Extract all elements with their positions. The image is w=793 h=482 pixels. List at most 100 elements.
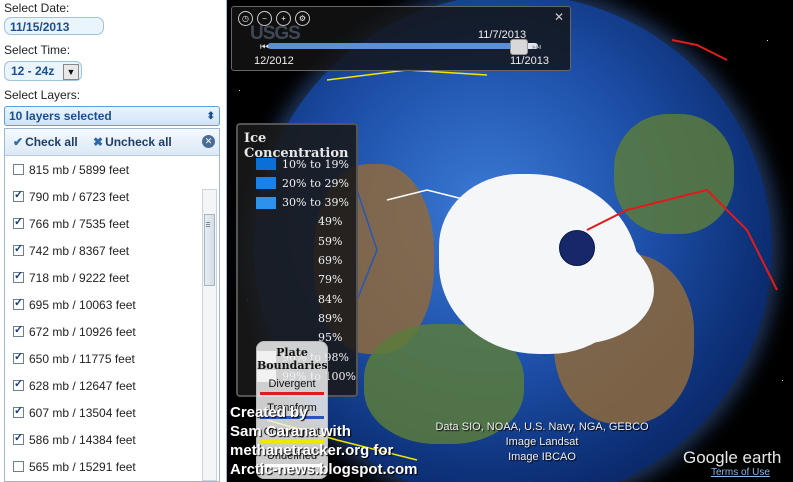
layer-label: 672 mb / 10926 feet	[29, 324, 136, 339]
time-select[interactable]: 12 - 24z ▼	[4, 61, 82, 81]
google-earth-view[interactable]: ◷ − + ⚙ USGS ✕ 11/7/2013 ⏮ ⏭ 12/2012 11/…	[227, 0, 793, 482]
layer-label: 790 mb / 6723 feet	[29, 189, 130, 204]
uncheck-all-label: Uncheck all	[105, 135, 172, 149]
ice-legend-label: 89%	[318, 311, 343, 325]
uncheck-all-button[interactable]: ✖ Uncheck all	[93, 135, 172, 149]
layer-checkbox[interactable]	[13, 431, 24, 445]
layer-row[interactable]: 718 mb / 9222 feet	[5, 264, 201, 291]
scrollbar-thumb[interactable]	[204, 214, 215, 286]
timeline-track[interactable]	[268, 43, 538, 49]
cross-icon: ✖	[93, 135, 104, 149]
ice-legend-row: 30% to 39%	[256, 196, 349, 210]
layer-label: 565 mb / 15291 feet	[29, 459, 136, 474]
ice-legend-label: 69%	[318, 254, 343, 267]
layer-checkbox[interactable]	[13, 350, 24, 364]
layer-label: 742 mb / 8367 feet	[29, 243, 130, 258]
ice-legend-swatch	[256, 158, 276, 170]
plate-legend-title: Plate Boundaries	[257, 346, 328, 372]
check-all-button[interactable]: ✔ Check all	[13, 135, 78, 149]
layer-row[interactable]: 650 mb / 11775 feet	[5, 345, 201, 372]
credits-text: Created by Sam Carana with methanetracke…	[230, 404, 418, 478]
layer-row[interactable]: 766 mb / 7535 feet	[5, 210, 201, 237]
date-label: Select Date:	[4, 1, 70, 15]
layer-checkbox[interactable]	[13, 296, 24, 310]
time-value: 12 - 24z	[11, 64, 55, 78]
plate-legend-label: Divergent	[268, 378, 316, 390]
layers-select[interactable]: 10 layers selected ⬍	[4, 106, 220, 126]
layer-row[interactable]: 672 mb / 10926 feet	[5, 318, 201, 345]
plate-legend-line	[260, 392, 324, 395]
layer-checkbox[interactable]	[13, 242, 24, 256]
layer-checkbox[interactable]	[13, 377, 24, 391]
close-icon[interactable]: ✕	[554, 10, 564, 24]
ice-concentration-legend: Ice Concentration 10% to 19% 20% to 29% 30…	[236, 123, 358, 479]
updown-arrows-icon: ⬍	[206, 111, 215, 122]
layers-value: 10 layers selected	[9, 109, 112, 123]
google-earth-logo: Google earth	[683, 448, 782, 467]
layer-row[interactable]: 565 mb / 15291 feet	[5, 453, 201, 480]
skip-forward-icon[interactable]: ⏭	[532, 42, 541, 53]
layer-control-panel: Select Date: 11/15/2013 Select Time: 12 …	[0, 0, 227, 482]
ice-legend-row: 20% to 29%	[256, 176, 349, 190]
layer-rows: 815 mb / 5899 feet 790 mb / 6723 feet 766 …	[5, 156, 201, 480]
date-input[interactable]: 11/15/2013	[4, 17, 104, 35]
timeline-slider-handle[interactable]	[510, 39, 528, 55]
ice-legend-row: 49%	[256, 215, 343, 229]
chevron-down-icon[interactable]: ▼	[63, 64, 79, 80]
timeline-end-date: 11/2013	[510, 55, 549, 67]
layer-row[interactable]: 586 mb / 14384 feet	[5, 426, 201, 453]
ice-legend-label: 79%	[318, 273, 343, 287]
ice-legend-label: 10% to 19%	[282, 157, 349, 171]
ice-legend-label: 49%	[318, 215, 343, 229]
layer-checkbox[interactable]	[13, 461, 24, 472]
checkmark-icon: ✔	[13, 135, 24, 149]
layer-label: 607 mb / 13504 feet	[29, 405, 136, 420]
ice-legend-row: 89%	[256, 311, 343, 325]
layer-label: 718 mb / 9222 feet	[29, 270, 130, 285]
data-attribution: Data SIO, NOAA, U.S. Navy, NGA, GEBCO Im…	[435, 421, 649, 463]
layer-checkbox[interactable]	[13, 215, 24, 229]
ice-legend-swatch	[256, 196, 276, 209]
check-all-label: Check all	[25, 135, 78, 149]
ice-legend-row: 69%	[256, 254, 343, 267]
close-icon[interactable]: ✕	[202, 135, 215, 148]
ice-legend-row: 59%	[256, 234, 343, 248]
layer-row[interactable]: 695 mb / 10063 feet	[5, 291, 201, 318]
timeline-control: ◷ − + ⚙ USGS ✕ 11/7/2013 ⏮ ⏭ 12/2012 11/…	[231, 6, 571, 71]
layer-row[interactable]: 815 mb / 5899 feet	[5, 156, 201, 183]
layer-row[interactable]: 628 mb / 12647 feet	[5, 372, 201, 399]
ice-legend-label: 84%	[318, 292, 343, 306]
timeline-start-date: 12/2012	[254, 55, 294, 67]
layer-label: 695 mb / 10063 feet	[29, 297, 136, 312]
usgs-watermark: USGS	[250, 23, 301, 44]
ice-legend-label: 59%	[318, 234, 343, 248]
layer-checkbox[interactable]	[13, 188, 24, 202]
timeline-progress	[268, 43, 528, 49]
ice-legend-swatch	[256, 177, 276, 190]
scrollbar[interactable]	[202, 189, 217, 481]
layer-label: 586 mb / 14384 feet	[29, 432, 136, 447]
list-header: ✔ Check all ✖ Uncheck all ✕	[5, 129, 219, 156]
layer-label: 766 mb / 7535 feet	[29, 216, 130, 231]
ice-legend-label: 30% to 39%	[282, 196, 349, 210]
layer-label: 650 mb / 11775 feet	[29, 351, 135, 366]
ice-legend-row: 84%	[256, 292, 343, 306]
layer-row[interactable]: 607 mb / 13504 feet	[5, 399, 201, 426]
layer-checkbox[interactable]	[13, 323, 24, 337]
layer-checkbox[interactable]	[13, 404, 24, 418]
scrollbar-grip-icon	[206, 222, 210, 223]
ice-legend-row: 10% to 19%	[256, 157, 349, 171]
layers-label: Select Layers:	[4, 88, 81, 102]
terms-of-use-link[interactable]: Terms of Use	[711, 467, 770, 478]
ice-legend-title: Ice Concentration	[244, 131, 349, 161]
layer-label: 815 mb / 5899 feet	[29, 162, 130, 177]
time-label: Select Time:	[4, 43, 71, 57]
ice-legend-row: 79%	[256, 273, 343, 287]
layer-checkbox[interactable]	[13, 164, 24, 175]
layer-row[interactable]: 742 mb / 8367 feet	[5, 237, 201, 264]
layer-label: 628 mb / 12647 feet	[29, 378, 136, 393]
layer-checkbox[interactable]	[13, 269, 24, 283]
ice-legend-label: 20% to 29%	[282, 176, 349, 190]
layer-row[interactable]: 790 mb / 6723 feet	[5, 183, 201, 210]
layers-list: ✔ Check all ✖ Uncheck all ✕ 815 mb / 5899 …	[4, 128, 220, 482]
